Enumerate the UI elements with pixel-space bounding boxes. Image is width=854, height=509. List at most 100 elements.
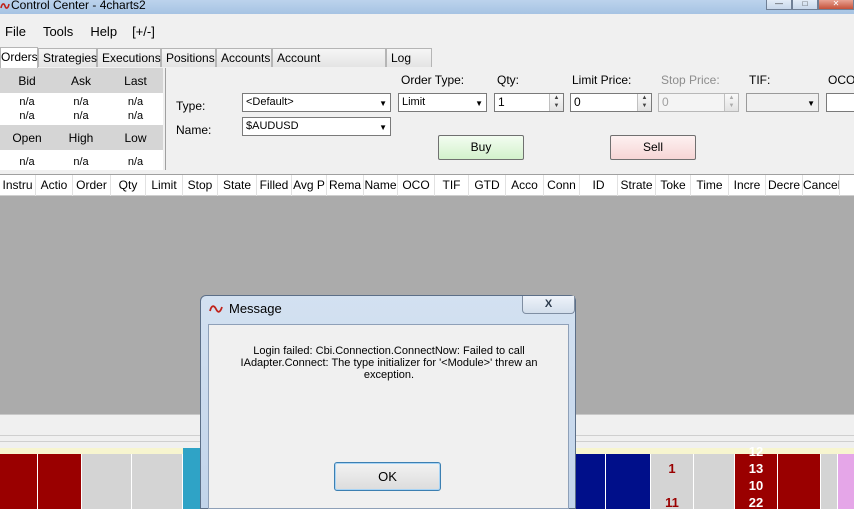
- qty-value: 1: [498, 95, 505, 109]
- column-header[interactable]: Incre: [729, 175, 766, 196]
- tab-executions[interactable]: Executions: [97, 48, 161, 67]
- scroll-handle[interactable]: [183, 448, 200, 509]
- quote-header: Bid Ask Last: [0, 68, 163, 93]
- tab-positions[interactable]: Positions: [161, 48, 216, 67]
- type-label: Type:: [176, 99, 206, 113]
- stop-price-label: Stop Price:: [661, 73, 720, 87]
- close-icon[interactable]: ✕: [818, 0, 854, 10]
- app-logo-icon: [0, 3, 10, 9]
- bid-size: n/a: [19, 110, 35, 122]
- quote-row: n/a n/a n/a: [0, 109, 163, 123]
- tab-strategies[interactable]: Strategies: [38, 48, 97, 67]
- column-header[interactable]: Instru: [0, 175, 36, 196]
- column-header[interactable]: Qty: [111, 175, 146, 196]
- column-header[interactable]: GTD: [469, 175, 506, 196]
- limit-price-stepper[interactable]: 0 ▲ ▼: [570, 93, 652, 112]
- name-label: Name:: [176, 123, 212, 137]
- order-type-select[interactable]: Limit ▼: [398, 93, 487, 112]
- ask-column: [38, 454, 81, 509]
- ladder-value: 22: [748, 495, 764, 509]
- window-controls: — □ ✕: [766, 0, 854, 10]
- menu-help[interactable]: Help: [81, 24, 125, 39]
- column-header[interactable]: Conn: [544, 175, 580, 196]
- sell-button[interactable]: Sell: [610, 135, 696, 160]
- column-header[interactable]: Acco: [506, 175, 544, 196]
- ask-header: Ask: [70, 73, 91, 88]
- spin-arrows-icon[interactable]: ▲ ▼: [549, 94, 563, 111]
- column-header[interactable]: Filled: [257, 175, 292, 196]
- tab-log[interactable]: Log: [386, 48, 432, 67]
- spin-arrows-icon: ▲ ▼: [724, 94, 738, 111]
- oco-input[interactable]: [826, 93, 854, 112]
- order-entry-panel: Type: <Default> ▼ Name: $AUDUSD ▼ Order …: [165, 68, 854, 170]
- ask-column: [778, 454, 820, 509]
- dialog-message: Login failed: Cbi.Connection.ConnectNow:…: [240, 345, 538, 381]
- ohl-row: n/a n/a n/a: [0, 155, 163, 169]
- buy-button[interactable]: Buy: [438, 135, 524, 160]
- bid-header: Bid: [18, 73, 36, 88]
- minimize-icon[interactable]: —: [766, 0, 792, 10]
- column-header[interactable]: Actio: [36, 175, 73, 196]
- menu-bar: File Tools Help [+/-]: [0, 20, 163, 42]
- spin-arrows-icon[interactable]: ▲ ▼: [637, 94, 651, 111]
- low-value: n/a: [127, 156, 144, 168]
- dialog-close-button[interactable]: X: [522, 296, 575, 314]
- dialog-title: Message: [229, 301, 282, 316]
- column-header[interactable]: Decre: [766, 175, 803, 196]
- ladder-value: 12: [748, 444, 764, 459]
- tab-strip: Orders Strategies Executions Positions A…: [0, 47, 432, 83]
- oco-label: OCO: [828, 73, 854, 87]
- price-column: [694, 454, 734, 509]
- qty-label: Qty:: [497, 73, 520, 87]
- tif-select[interactable]: ▼: [746, 93, 819, 112]
- column-header[interactable]: Avg P: [292, 175, 327, 196]
- menu-file[interactable]: File: [0, 24, 34, 39]
- order-type-label: Order Type:: [401, 73, 465, 87]
- open-value: n/a: [19, 156, 35, 168]
- dialog-body: Login failed: Cbi.Connection.ConnectNow:…: [208, 324, 569, 509]
- column-header[interactable]: ID: [580, 175, 618, 196]
- column-header[interactable]: Time: [691, 175, 729, 196]
- column-header[interactable]: Rema: [327, 175, 364, 196]
- column-header[interactable]: Cancel: [803, 175, 840, 196]
- instrument-select-value: $AUDUSD: [246, 120, 299, 132]
- limit-price-value: 0: [574, 95, 581, 109]
- bid-column: [606, 454, 650, 509]
- ok-button[interactable]: OK: [334, 462, 441, 491]
- column-header[interactable]: Name: [364, 175, 398, 196]
- limit-price-label: Limit Price:: [572, 73, 632, 87]
- tif-label: TIF:: [749, 73, 771, 87]
- column-header[interactable]: Strate: [618, 175, 656, 196]
- column-header[interactable]: State: [218, 175, 257, 196]
- column-header[interactable]: Toke: [656, 175, 691, 196]
- ladder-value: 13: [748, 461, 764, 476]
- column-header[interactable]: OCO: [398, 175, 435, 196]
- low-header: Low: [124, 130, 147, 145]
- column-header[interactable]: Stop: [183, 175, 218, 196]
- ask-size: n/a: [73, 110, 89, 122]
- quote-panel: Bid Ask Last n/a n/a n/a n/a n/a n/a Ope…: [0, 68, 163, 170]
- tab-orders[interactable]: Orders: [0, 47, 38, 68]
- qty-stepper[interactable]: 1 ▲ ▼: [494, 93, 564, 112]
- chevron-down-icon: ▼: [807, 99, 815, 108]
- chevron-down-icon: ▼: [379, 123, 387, 132]
- high-value: n/a: [73, 156, 89, 168]
- instrument-select[interactable]: $AUDUSD ▼: [242, 117, 391, 136]
- column-header[interactable]: Limit: [146, 175, 183, 196]
- last-size: n/a: [127, 110, 144, 122]
- column-header[interactable]: TIF: [435, 175, 469, 196]
- type-select[interactable]: <Default> ▼: [242, 93, 391, 112]
- bid-value: n/a: [19, 96, 35, 108]
- column-header[interactable]: Order: [73, 175, 111, 196]
- menu-tools[interactable]: Tools: [34, 24, 81, 39]
- stop-price-value: 0: [662, 95, 669, 109]
- orders-grid-header: Instru Actio Order Qty Limit Stop State Filled A…: [0, 174, 854, 196]
- tab-account-performance[interactable]: Account Performance: [272, 48, 386, 83]
- menu-toggle-layout[interactable]: [+/-]: [125, 24, 163, 39]
- tab-accounts[interactable]: Accounts: [216, 48, 272, 67]
- maximize-icon[interactable]: □: [792, 0, 818, 10]
- app-logo-icon: [209, 305, 223, 313]
- type-select-value: <Default>: [246, 96, 294, 108]
- price-column: [132, 454, 182, 509]
- high-header: High: [68, 130, 94, 145]
